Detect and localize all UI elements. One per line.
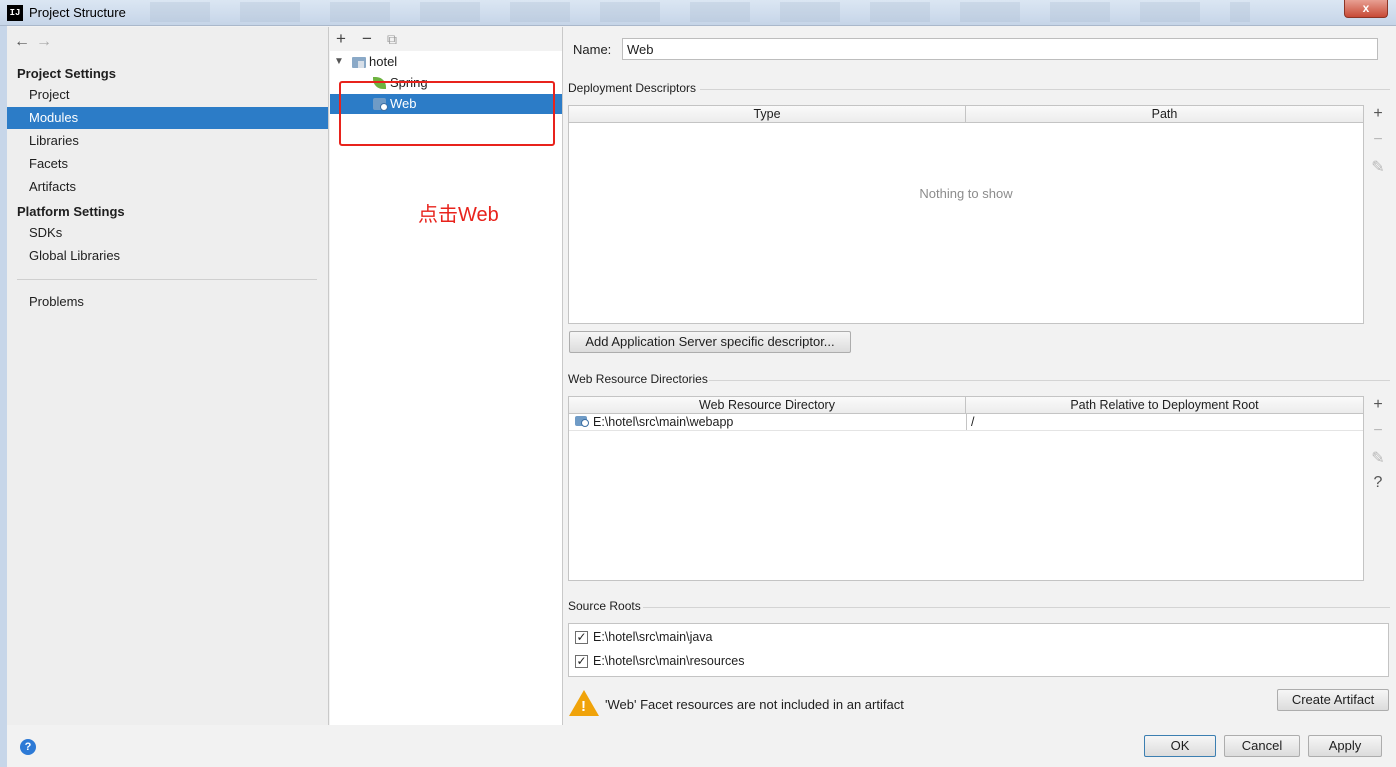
- module-folder-icon: [352, 57, 366, 68]
- table-header: Type Path: [569, 106, 1363, 123]
- column-header-web-resource-directory[interactable]: Web Resource Directory: [569, 397, 966, 413]
- tree-node-hotel[interactable]: ▼ hotel: [330, 52, 562, 72]
- ok-button[interactable]: OK: [1144, 735, 1216, 757]
- help-icon[interactable]: ?: [1366, 474, 1390, 500]
- name-label: Name:: [573, 42, 612, 57]
- background-window-ghost: [150, 2, 1250, 22]
- source-roots-list: ✓ E:\hotel\src\main\java ✓ E:\hotel\src\…: [568, 623, 1389, 677]
- nav-arrows: ← →: [14, 33, 58, 51]
- sidebar-item-facets[interactable]: Facets: [7, 153, 328, 175]
- sidebar-item-libraries[interactable]: Libraries: [7, 130, 328, 152]
- sidebar-item-project[interactable]: Project: [7, 84, 328, 106]
- group-separator: [700, 89, 1390, 90]
- sidebar-divider: [17, 279, 317, 280]
- edit-icon[interactable]: ✎: [1366, 157, 1390, 183]
- warning-icon: !: [569, 690, 599, 716]
- sidebar-item-artifacts[interactable]: Artifacts: [7, 176, 328, 198]
- column-header-type[interactable]: Type: [569, 106, 966, 122]
- forward-arrow-icon[interactable]: →: [36, 33, 58, 51]
- table-header: Web Resource Directory Path Relative to …: [569, 397, 1363, 414]
- back-arrow-icon[interactable]: ←: [14, 33, 36, 51]
- dialog-footer: ? OK Cancel Apply: [7, 725, 1396, 767]
- settings-sidebar: ← → Project Settings Project Modules Libr…: [7, 27, 329, 725]
- help-icon[interactable]: ?: [20, 739, 36, 755]
- remove-icon[interactable]: −: [1366, 422, 1390, 448]
- platform-settings-header: Platform Settings: [17, 204, 125, 219]
- group-separator: [709, 380, 1390, 381]
- sidebar-item-modules[interactable]: Modules: [7, 107, 328, 129]
- tree-toolbar: + − ⧉: [330, 27, 562, 51]
- annotation-highlight-box: [339, 81, 555, 146]
- deployment-descriptors-table[interactable]: Type Path Nothing to show: [568, 105, 1364, 324]
- window-edge: [0, 26, 7, 767]
- web-resource-table[interactable]: Web Resource Directory Path Relative to …: [568, 396, 1364, 581]
- group-separator: [643, 607, 1390, 608]
- web-resource-directories-title: Web Resource Directories: [568, 372, 708, 386]
- web-resource-table-tools: + − ✎ ?: [1366, 396, 1390, 500]
- title-bar: IJ Project Structure x: [0, 0, 1396, 26]
- deployment-descriptors-title: Deployment Descriptors: [568, 81, 697, 95]
- source-root-checkbox[interactable]: ✓: [575, 631, 588, 644]
- source-root-checkbox[interactable]: ✓: [575, 655, 588, 668]
- column-header-path[interactable]: Path: [966, 106, 1363, 122]
- window-title: Project Structure: [29, 5, 126, 20]
- descriptor-table-tools: + − ✎: [1366, 105, 1390, 183]
- project-settings-header: Project Settings: [17, 66, 116, 81]
- sidebar-item-global-libraries[interactable]: Global Libraries: [7, 245, 328, 267]
- add-icon[interactable]: +: [336, 29, 346, 49]
- chevron-down-icon[interactable]: ▼: [334, 52, 344, 72]
- source-roots-title: Source Roots: [568, 599, 641, 613]
- window-close-button[interactable]: x: [1344, 0, 1388, 18]
- relative-path-cell: /: [971, 415, 975, 429]
- source-root-path: E:\hotel\src\main\resources: [593, 654, 745, 668]
- column-header-relative-path[interactable]: Path Relative to Deployment Root: [966, 397, 1363, 413]
- remove-icon[interactable]: −: [1366, 131, 1390, 157]
- sidebar-item-sdks[interactable]: SDKs: [7, 222, 328, 244]
- name-field[interactable]: [622, 38, 1378, 60]
- sidebar-item-problems[interactable]: Problems: [7, 291, 328, 313]
- remove-icon[interactable]: −: [362, 29, 372, 49]
- web-folder-icon: [575, 416, 589, 427]
- annotation-text: 点击Web: [418, 204, 499, 226]
- cell-divider: [966, 414, 967, 430]
- web-resource-directory-cell: E:\hotel\src\main\webapp: [593, 415, 734, 429]
- edit-icon[interactable]: ✎: [1366, 448, 1390, 474]
- add-server-descriptor-button[interactable]: Add Application Server specific descript…: [569, 331, 851, 353]
- cancel-button[interactable]: Cancel: [1224, 735, 1300, 757]
- tree-node-label: hotel: [369, 54, 398, 69]
- apply-button[interactable]: Apply: [1308, 735, 1382, 757]
- warning-text: 'Web' Facet resources are not included i…: [605, 697, 904, 712]
- add-icon[interactable]: +: [1366, 396, 1390, 422]
- intellij-logo-icon: IJ: [7, 5, 23, 21]
- source-root-path: E:\hotel\src\main\java: [593, 630, 713, 644]
- create-artifact-button[interactable]: Create Artifact: [1277, 689, 1389, 711]
- empty-table-text: Nothing to show: [919, 186, 1013, 201]
- add-icon[interactable]: +: [1366, 105, 1390, 131]
- facet-details-panel: Name: Deployment Descriptors Type Path N…: [564, 27, 1396, 725]
- table-row[interactable]: E:\hotel\src\main\webapp /: [569, 414, 1363, 431]
- copy-icon[interactable]: ⧉: [387, 31, 397, 48]
